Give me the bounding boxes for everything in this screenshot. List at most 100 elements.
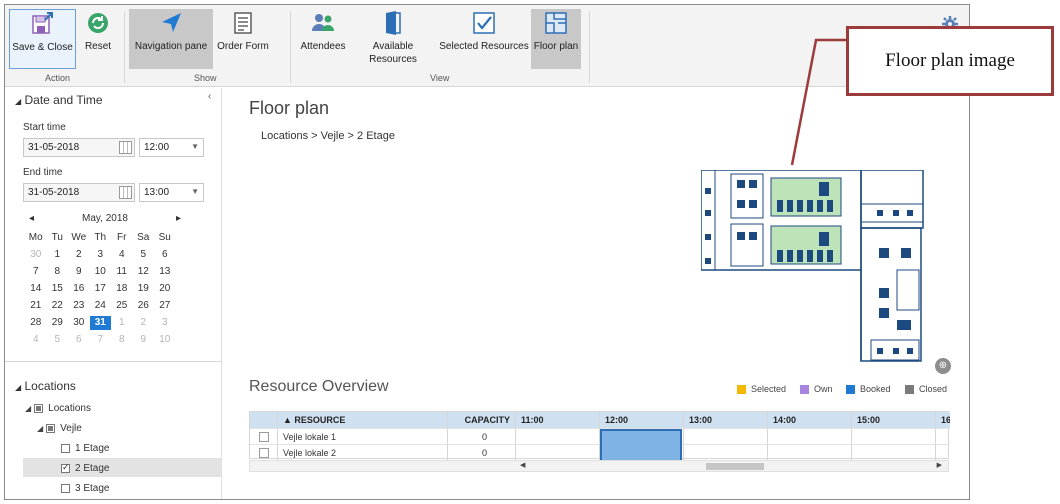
- calendar-day[interactable]: 1: [111, 316, 133, 330]
- partial-checkbox[interactable]: [46, 423, 56, 433]
- calendar-day[interactable]: 26: [133, 299, 155, 313]
- time-slot-cell[interactable]: [852, 445, 936, 461]
- calendar-day[interactable]: 4: [111, 248, 133, 262]
- floor-plan-button[interactable]: Floor plan: [531, 9, 581, 69]
- calendar-day[interactable]: 8: [111, 333, 133, 347]
- tree-item-1-etage[interactable]: 1 Etage: [61, 439, 109, 457]
- zoom-in-icon[interactable]: ⊕: [935, 358, 951, 374]
- scrollbar-thumb[interactable]: [706, 463, 764, 470]
- time-slot-cell[interactable]: [684, 429, 768, 445]
- calendar-day[interactable]: 27: [154, 299, 176, 313]
- next-month-icon[interactable]: ▸: [176, 213, 181, 224]
- start-date-input[interactable]: 31-05-2018: [23, 138, 135, 157]
- calendar-day[interactable]: 11: [111, 265, 133, 279]
- calendar-day[interactable]: 19: [133, 282, 155, 296]
- calendar-icon[interactable]: [119, 141, 132, 154]
- end-time-select[interactable]: 13:00 ▼: [139, 183, 204, 202]
- time-slot-cell[interactable]: [768, 429, 852, 445]
- expand-triangle-icon[interactable]: ◢: [37, 424, 43, 433]
- calendar-day[interactable]: 13: [154, 265, 176, 279]
- tree-item-locations[interactable]: ◢ Locations: [25, 399, 91, 417]
- tree-item-label: 3 Etage: [75, 482, 110, 494]
- calendar-day[interactable]: 15: [47, 282, 69, 296]
- calendar-weekday: Sa: [137, 232, 150, 243]
- time-slot-cell[interactable]: [852, 429, 936, 445]
- expand-triangle-icon[interactable]: ◢: [25, 404, 31, 413]
- calendar-day[interactable]: 22: [47, 299, 69, 313]
- checkbox[interactable]: [61, 483, 70, 493]
- floor-plan-icon: [541, 9, 571, 37]
- calendar-day[interactable]: 2: [68, 248, 90, 262]
- calendar-day[interactable]: 21: [25, 299, 47, 313]
- time-slot-cell[interactable]: [516, 429, 600, 445]
- start-time-select[interactable]: 12:00 ▼: [139, 138, 204, 157]
- calendar-day[interactable]: 14: [25, 282, 47, 296]
- row-checkbox[interactable]: [259, 432, 269, 442]
- calendar-day[interactable]: 9: [133, 333, 155, 347]
- save-close-button[interactable]: Save & Close: [9, 9, 76, 69]
- calendar-day[interactable]: 9: [68, 265, 90, 279]
- calendar-day[interactable]: 7: [25, 265, 47, 279]
- date-time-section-header[interactable]: ◢ Date and Time: [15, 93, 103, 107]
- calendar-day[interactable]: 7: [90, 333, 112, 347]
- tree-item-vejle[interactable]: ◢ Vejle: [37, 419, 82, 437]
- calendar-day[interactable]: 29: [47, 316, 69, 330]
- calendar-day[interactable]: 4: [25, 333, 47, 347]
- end-date-input[interactable]: 31-05-2018: [23, 183, 135, 202]
- attendees-button[interactable]: Attendees: [297, 9, 349, 69]
- selected-resources-button[interactable]: Selected Resources: [439, 9, 529, 69]
- calendar-day[interactable]: 16: [68, 282, 90, 296]
- calendar-day[interactable]: 30: [25, 248, 47, 262]
- calendar-icon[interactable]: [119, 186, 132, 199]
- calendar-day[interactable]: 25: [111, 299, 133, 313]
- capacity-column-header[interactable]: CAPACITY: [448, 412, 516, 428]
- resource-column-header[interactable]: ▲ RESOURCE: [278, 412, 448, 428]
- calendar-day[interactable]: 24: [90, 299, 112, 313]
- reset-button[interactable]: Reset: [81, 9, 115, 69]
- selected-time-block[interactable]: [600, 429, 682, 462]
- capacity-cell: 0: [448, 429, 516, 445]
- save-close-label: Save & Close: [12, 42, 73, 53]
- time-slot-cell[interactable]: [516, 445, 600, 461]
- floor-plan-title: Floor plan: [249, 98, 330, 118]
- available-resources-button[interactable]: Available Resources: [357, 9, 429, 69]
- calendar-day[interactable]: 10: [90, 265, 112, 279]
- row-checkbox[interactable]: [259, 448, 269, 458]
- calendar-day[interactable]: 20: [154, 282, 176, 296]
- time-slot-cell[interactable]: [684, 445, 768, 461]
- calendar-day[interactable]: 3: [90, 248, 112, 262]
- navigation-pane-button[interactable]: Navigation pane: [129, 9, 213, 69]
- calendar-day[interactable]: 12: [133, 265, 155, 279]
- time-slot-cell[interactable]: [768, 445, 852, 461]
- calendar-day[interactable]: 28: [25, 316, 47, 330]
- order-form-button[interactable]: Order Form: [215, 9, 271, 69]
- calendar-day[interactable]: 5: [47, 333, 69, 347]
- calendar-day[interactable]: 18: [111, 282, 133, 296]
- horizontal-scrollbar[interactable]: ◀ ▶: [249, 460, 949, 472]
- calendar-day[interactable]: 30: [68, 316, 90, 330]
- scroll-left-icon[interactable]: ◀: [520, 461, 525, 469]
- checked-checkbox[interactable]: [61, 462, 70, 473]
- floor-plan-image[interactable]: [701, 170, 931, 365]
- group-divider: [589, 11, 590, 83]
- calendar-day[interactable]: 6: [154, 248, 176, 262]
- calendar-day[interactable]: 1: [47, 248, 69, 262]
- partial-checkbox[interactable]: [34, 403, 44, 413]
- locations-section-header[interactable]: ◢ Locations: [15, 379, 76, 393]
- checkbox[interactable]: [61, 443, 70, 453]
- calendar-day[interactable]: 3: [154, 316, 176, 330]
- tree-item-3-etage[interactable]: 3 Etage: [61, 479, 109, 497]
- calendar-day[interactable]: 2: [133, 316, 155, 330]
- calendar-day[interactable]: 10: [154, 333, 176, 347]
- calendar-day[interactable]: 5: [133, 248, 155, 262]
- calendar-day[interactable]: 31: [89, 316, 111, 330]
- tree-item-label: 1 Etage: [75, 442, 110, 454]
- calendar-day[interactable]: 23: [68, 299, 90, 313]
- tree-item-2-etage[interactable]: 2 Etage: [61, 459, 109, 477]
- calendar-day[interactable]: 6: [68, 333, 90, 347]
- scroll-right-icon[interactable]: ▶: [937, 461, 942, 469]
- collapse-pane-icon[interactable]: ‹: [208, 91, 211, 102]
- calendar-day[interactable]: 17: [90, 282, 112, 296]
- prev-month-icon[interactable]: ◂: [29, 213, 34, 224]
- calendar-day[interactable]: 8: [47, 265, 69, 279]
